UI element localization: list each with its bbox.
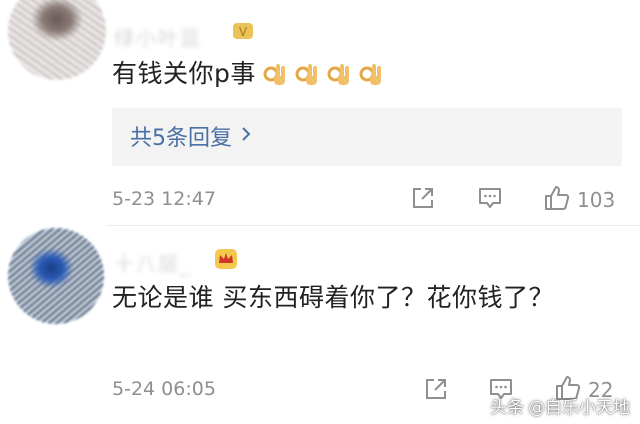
like-count: 103 [577,188,616,212]
view-replies-link[interactable]: 共5条回复 [130,120,252,152]
ok-hand-emoji [356,59,386,89]
comment-timestamp: 5-24 06:05 [112,378,216,400]
ok-hand-emoji [292,59,322,89]
comment-timestamp: 5-23 12:47 [112,188,216,210]
comment-button[interactable] [477,185,503,215]
username[interactable]: 十八层_ [114,248,192,277]
svg-text:V: V [239,25,248,39]
share-button[interactable] [410,185,436,215]
replies-box[interactable]: 共5条回复 [112,108,622,166]
ok-hand-emoji [324,59,354,89]
comment-icon [477,185,503,215]
reply-count-label: 共5条回复 [130,126,232,151]
thumbs-up-icon [543,184,571,216]
share-icon [423,376,449,406]
avatar[interactable] [8,228,104,324]
like-button[interactable]: 103 [543,184,615,216]
share-button[interactable] [423,376,449,406]
source-watermark: 头条 @自乐小天地 [490,393,630,418]
reaction-emojis [260,59,386,89]
watermark-account: @自乐小天地 [528,398,630,418]
watermark-source: 头条 [490,398,524,418]
username[interactable]: 绿小叶蓝 [114,22,202,51]
avatar[interactable] [8,0,106,80]
comment-text: 无论是谁 买东西碍着你了？花你钱了？ [112,283,554,312]
share-icon [410,185,436,215]
comment-item: 绿小叶蓝 V 有钱关你p事 共5条回复 5-23 12:47 103 [0,0,640,226]
chevron-right-icon [240,124,252,149]
vip-badge-icon: V [232,20,254,42]
comment-text-row: 有钱关你p事 [112,54,632,94]
comment-text: 有钱关你p事 [112,59,256,88]
ok-hand-emoji [260,59,290,89]
crown-badge-icon [214,248,238,270]
